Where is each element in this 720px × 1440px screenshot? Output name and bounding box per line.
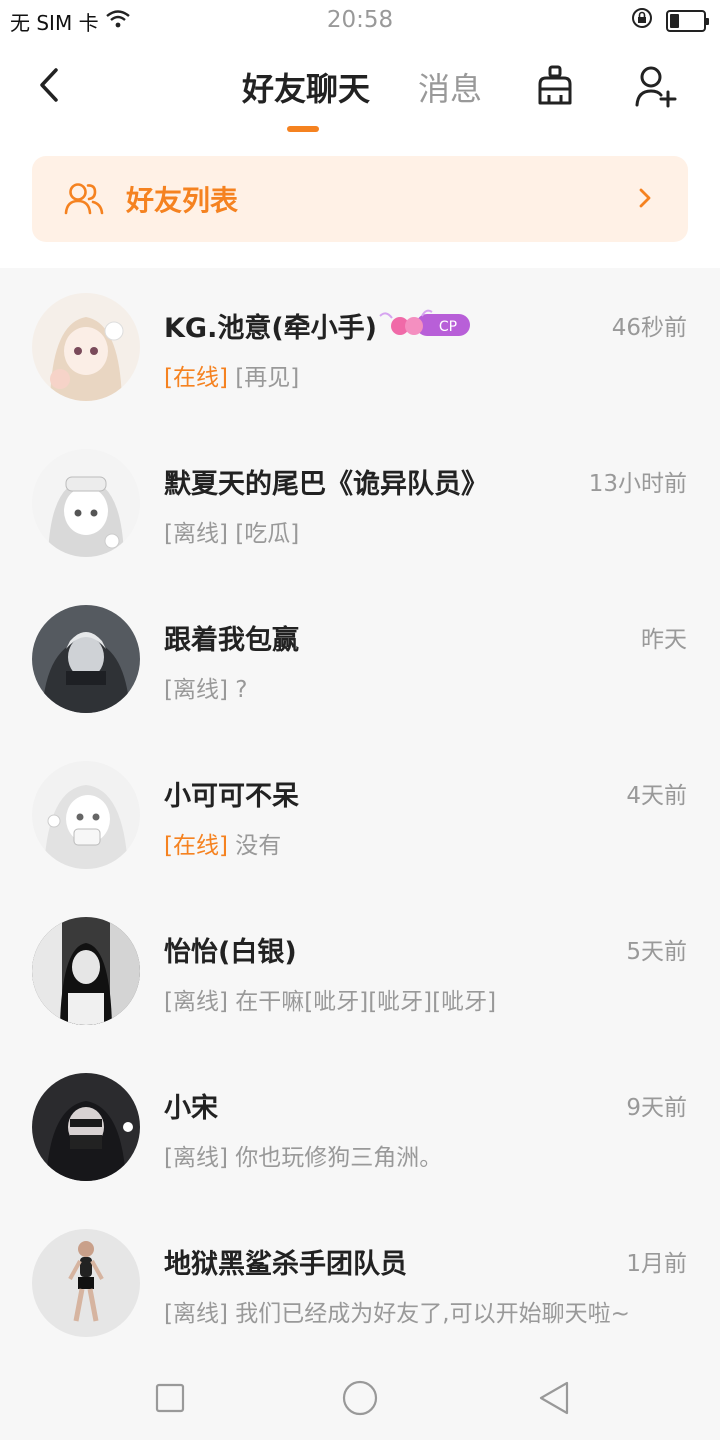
avatar[interactable] [32,1073,140,1181]
home-button[interactable] [340,1378,380,1418]
presence-status: [离线] [164,1301,228,1327]
chat-name: 跟着我包赢 [164,625,299,656]
chat-preview: [在线] [再见] [164,358,299,392]
back-button[interactable] [24,60,74,110]
recent-apps-button[interactable] [150,1378,190,1418]
presence-status: [在线] [164,365,228,391]
chat-list: KG.池意(牵小手) CP 46秒前 [在线] [再见] 默夏天的尾巴《诡异队员… [0,268,720,1360]
system-back-button[interactable] [534,1378,574,1418]
chevron-left-icon [40,68,58,102]
chat-row[interactable]: 小宋 9天前 [离线] 你也玩修狗三角洲。 [0,1048,720,1204]
chat-preview: [离线] ? [164,670,247,704]
last-message: 没有 [235,833,282,859]
chat-preview: [离线] 在干嘛[呲牙][呲牙][呲牙] [164,982,496,1016]
avatar[interactable] [32,293,140,401]
chat-time: 46秒前 [611,315,687,341]
tab-messages[interactable]: 消息 [418,64,482,110]
chat-row[interactable]: 小可可不呆 4天前 [在线] 没有 [0,736,720,892]
presence-status: [离线] [164,521,228,547]
chat-time: 1月前 [626,1251,687,1277]
chat-name: 怡怡(白银) [164,937,297,968]
last-message: 我们已经成为好友了,可以开始聊天啦~ [235,1301,630,1327]
chat-name: KG.池意(牵小手) [164,313,378,344]
last-message: 在干嘛[呲牙][呲牙][呲牙] [235,989,497,1015]
system-nav-bar [0,1350,720,1440]
chat-row[interactable]: 跟着我包赢 昨天 [离线] ? [0,580,720,736]
chat-row[interactable]: 默夏天的尾巴《诡异队员》 13小时前 [离线] [吃瓜] [0,424,720,580]
chat-preview: [在线] 没有 [164,826,281,860]
avatar[interactable] [32,761,140,869]
tab-friend-chat[interactable]: 好友聊天 [242,64,370,110]
chat-time: 5天前 [626,939,687,965]
last-message: ? [235,677,248,703]
avatar[interactable] [32,1229,140,1337]
battery-icon [666,9,709,32]
presence-status: [离线] [164,989,228,1015]
chat-time: 9天前 [626,1095,687,1121]
status-bar: 无 SIM 卡 20:58 [0,0,720,40]
friends-list-label: 好友列表 [126,184,239,217]
header-area: 无 SIM 卡 20:58 好友聊天 消息 好友列表 [0,0,720,268]
chat-preview: [离线] [吃瓜] [164,514,299,548]
presence-status: [在线] [164,833,228,859]
friends-icon [64,179,104,219]
top-nav: 好友聊天 消息 [0,50,720,140]
last-message: 你也玩修狗三角洲。 [235,1145,443,1171]
triangle-back-icon [539,1381,569,1415]
chat-preview: [离线] 你也玩修狗三角洲。 [164,1138,442,1172]
square-icon [155,1383,185,1413]
cp-badge: CP [376,308,472,340]
chat-name: 小宋 [164,1093,218,1124]
rotation-lock-icon [630,6,654,35]
chat-row[interactable]: 怡怡(白银) 5天前 [离线] 在干嘛[呲牙][呲牙][呲牙] [0,892,720,1048]
chat-row[interactable]: 地狱黑鲨杀手团队员 1月前 [离线] 我们已经成为好友了,可以开始聊天啦~ [0,1204,720,1360]
last-message: [吃瓜] [235,521,300,547]
chat-time: 13小时前 [588,471,687,497]
add-friend-button[interactable] [632,62,680,110]
active-tab-indicator [287,126,319,132]
circle-icon [342,1380,378,1416]
add-user-icon [635,66,677,108]
chat-row[interactable]: KG.池意(牵小手) CP 46秒前 [在线] [再见] [0,268,720,424]
chat-name: 默夏天的尾巴《诡异队员》 [164,469,488,500]
chat-time: 4天前 [626,783,687,809]
chat-time: 昨天 [641,627,687,653]
chat-preview: [离线] 我们已经成为好友了,可以开始聊天啦~ [164,1294,630,1328]
chat-name: 小可可不呆 [164,781,299,812]
last-message: [再见] [235,365,300,391]
avatar[interactable] [32,917,140,1025]
clock: 20:58 [326,7,394,33]
broom-icon [538,65,572,105]
clean-button[interactable] [531,62,579,110]
chevron-right-icon [638,187,652,213]
cp-badge-text: CP [439,319,457,335]
avatar[interactable] [32,605,140,713]
avatar[interactable] [32,449,140,557]
presence-status: [离线] [164,1145,228,1171]
friends-list-bar[interactable]: 好友列表 [32,156,688,242]
presence-status: [离线] [164,677,228,703]
chat-name: 地狱黑鲨杀手团队员 [164,1249,407,1280]
